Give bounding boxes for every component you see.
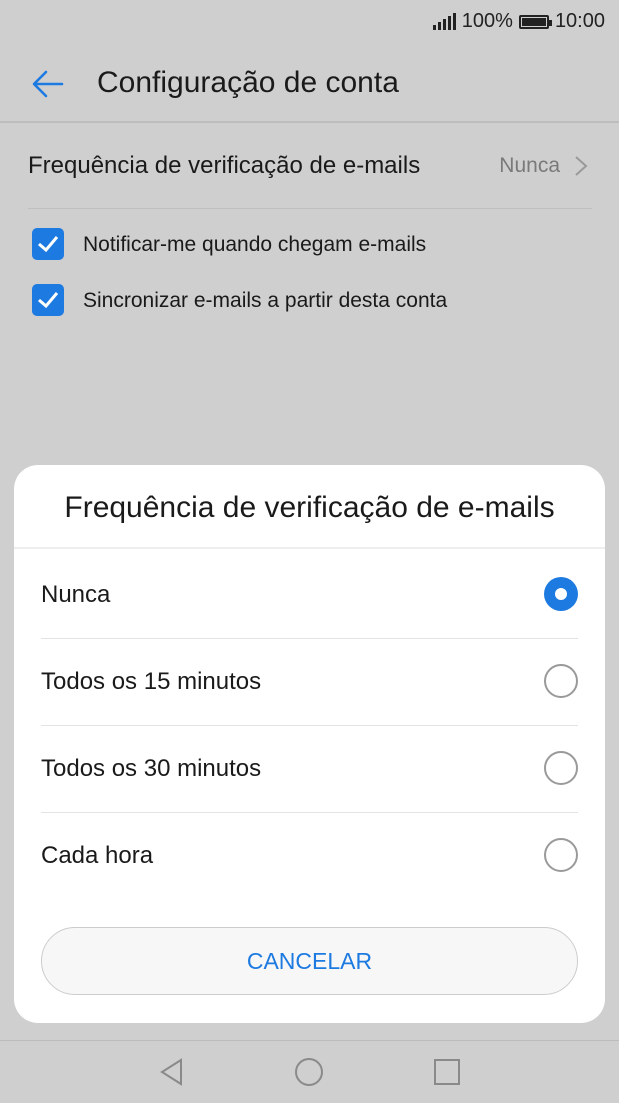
check-icon: [38, 236, 59, 253]
sync-checkbox-row[interactable]: Sincronizar e-mails a partir desta conta: [32, 284, 592, 320]
option-label: Nunca: [41, 581, 111, 608]
frequency-dialog: Frequência de verificação de e-mails Nun…: [14, 465, 605, 1023]
frequency-setting-row[interactable]: Frequência de verificação de e-mails Nun…: [28, 124, 592, 209]
back-arrow-icon[interactable]: [28, 64, 68, 104]
header-divider: [0, 121, 619, 123]
radio-unselected[interactable]: [544, 664, 578, 698]
clock: 10:00: [554, 10, 605, 32]
radio-unselected[interactable]: [544, 751, 578, 785]
option-label: Todos os 15 minutos: [41, 668, 262, 695]
chevron-right-icon: [575, 156, 588, 176]
app-header: Configuração de conta: [0, 44, 619, 122]
status-bar: 100% 10:00: [0, 0, 619, 44]
notify-checkbox-row[interactable]: Notificar-me quando chegam e-mails: [32, 228, 592, 264]
dialog-title: Frequência de verificação de e-mails: [64, 491, 555, 524]
sync-checkbox-label: Sincronizar e-mails a partir desta conta: [83, 289, 448, 312]
notify-checkbox[interactable]: [32, 228, 64, 260]
nav-back-icon[interactable]: [156, 1056, 188, 1088]
radio-unselected[interactable]: [544, 838, 578, 872]
page-title: Configuração de conta: [97, 66, 399, 99]
radio-selected[interactable]: [544, 577, 578, 611]
status-right: 100% 10:00: [432, 10, 605, 33]
option-label: Todos os 30 minutos: [41, 755, 262, 782]
frequency-value: Nunca: [499, 154, 560, 177]
battery-icon: [518, 14, 552, 29]
option-30-minutos[interactable]: Todos os 30 minutos: [41, 725, 578, 813]
frequency-label: Frequência de verificação de e-mails: [28, 152, 421, 179]
battery-percent: 100%: [461, 10, 513, 32]
cancel-button[interactable]: CANCELAR: [41, 927, 578, 995]
system-nav-bar: [0, 1040, 619, 1103]
dialog-title-divider: [14, 547, 605, 549]
check-icon: [38, 292, 59, 309]
option-cada-hora[interactable]: Cada hora: [41, 812, 578, 899]
nav-home-icon[interactable]: [293, 1056, 325, 1088]
option-15-minutos[interactable]: Todos os 15 minutos: [41, 638, 578, 726]
nav-recents-icon[interactable]: [431, 1056, 463, 1088]
option-label: Cada hora: [41, 842, 154, 869]
signal-icon: [432, 12, 456, 30]
sync-checkbox[interactable]: [32, 284, 64, 316]
option-nunca[interactable]: Nunca: [41, 551, 578, 639]
notify-checkbox-label: Notificar-me quando chegam e-mails: [83, 233, 427, 256]
